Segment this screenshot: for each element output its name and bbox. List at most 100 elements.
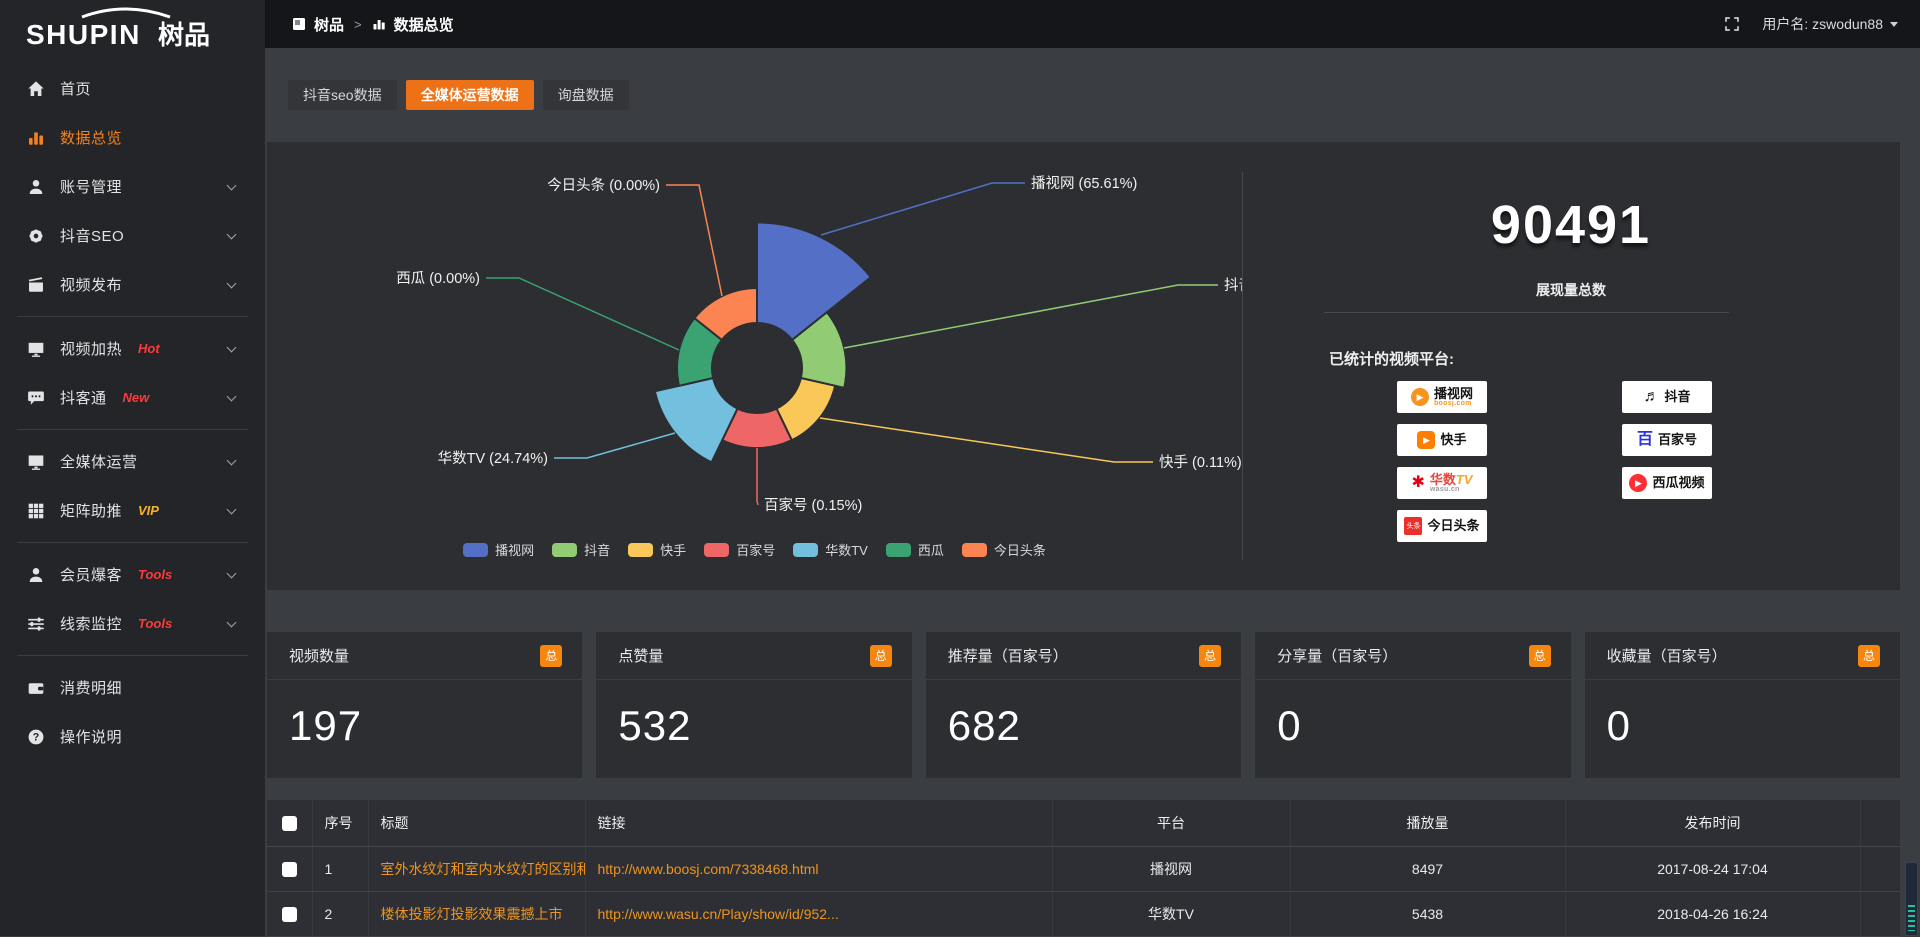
- sidebar-item-label: 线索监控: [60, 613, 122, 634]
- legend-item-西瓜[interactable]: 西瓜: [886, 540, 944, 559]
- stat-card-header: 分享量（百家号）总: [1255, 632, 1570, 680]
- total-badge[interactable]: 总: [1858, 645, 1880, 667]
- chevron-down-icon: [227, 279, 237, 289]
- boosj-play-icon: ▶: [1411, 388, 1429, 406]
- legend-color-chip: [886, 543, 911, 557]
- sidebar-item-spending-detail[interactable]: 消费明细: [0, 663, 265, 712]
- video-url-link[interactable]: http://www.boosj.com/7338468.html: [598, 861, 819, 877]
- horizontal-divider: [1324, 312, 1729, 313]
- chevron-down-icon: [227, 343, 237, 353]
- row-checkbox[interactable]: [282, 862, 297, 877]
- platform-badge-douyin: ♬抖音: [1622, 381, 1712, 413]
- label-line: [554, 433, 675, 458]
- stat-card-header: 视频数量 总: [267, 632, 582, 680]
- select-all-checkbox[interactable]: [282, 816, 297, 831]
- platform-badges-left: ▶播视网boosj.com▶快手✱华数TVwasu.cn头条今日头条: [1397, 381, 1487, 542]
- overview-chart-card: 播视网 (65.61%)抖音 (9.40%)快手 (0.11%)百家号 (0.1…: [267, 142, 1900, 590]
- total-impressions-label: 展现量总数: [1242, 280, 1900, 300]
- wasu-star-icon: ✱: [1411, 475, 1424, 491]
- chevron-down-icon: [1890, 22, 1898, 27]
- stat-card-value: 532: [596, 680, 911, 750]
- video-title-link[interactable]: 室外水纹灯和室内水纹灯的区别和简介: [381, 861, 586, 877]
- question-icon: ?: [27, 728, 45, 746]
- sidebar-item-label: 账号管理: [60, 176, 122, 197]
- legend-color-chip: [552, 543, 577, 557]
- user-menu[interactable]: 用户名: zswodun88: [1762, 14, 1898, 34]
- stat-card-title: 视频数量: [289, 645, 349, 666]
- legend-label: 播视网: [495, 540, 534, 559]
- sidebar-divider: [17, 316, 248, 317]
- sidebar-divider: [17, 429, 248, 430]
- sidebar-item-video-heat[interactable]: 视频加热Hot: [0, 324, 265, 373]
- total-badge[interactable]: 总: [1199, 645, 1221, 667]
- menu-badge-new: New: [123, 390, 150, 405]
- sidebar-item-label: 抖音SEO: [60, 225, 124, 246]
- legend-item-今日头条[interactable]: 今日头条: [962, 540, 1046, 559]
- sidebar-item-douyin-seo[interactable]: 抖音SEO: [0, 211, 265, 260]
- cell-platform: 华数TV: [1052, 891, 1290, 936]
- sidebar-item-video-publish[interactable]: 视频发布: [0, 260, 265, 309]
- topbar-right: 用户名: zswodun88: [1724, 14, 1898, 34]
- sidebar-item-douketong[interactable]: 抖客通New: [0, 373, 265, 422]
- chevron-down-icon: [227, 392, 237, 402]
- logo-suffix: 树品: [158, 20, 210, 50]
- cell-views: 5438: [1290, 891, 1565, 936]
- member-icon: [27, 566, 45, 584]
- video-table: 序号标题链接平台播放量发布时间1室外水纹灯和室内水纹灯的区别和简介http://…: [267, 800, 1900, 937]
- menu-badge-tools: Tools: [138, 567, 172, 582]
- stat-card-2: 推荐量（百家号）总682: [926, 632, 1241, 778]
- tab-inquiry-data[interactable]: 询盘数据: [543, 80, 629, 110]
- legend-item-快手[interactable]: 快手: [628, 540, 686, 559]
- breadcrumb-root[interactable]: 树品: [314, 14, 344, 35]
- fullscreen-icon[interactable]: [1724, 16, 1740, 32]
- col-title: 标题: [368, 800, 585, 846]
- floating-widget[interactable]: [1905, 862, 1918, 936]
- stat-card-title: 点赞量: [618, 645, 663, 666]
- sidebar-item-home[interactable]: 首页: [0, 64, 265, 113]
- cell-views: 8497: [1290, 846, 1565, 891]
- pie-label: 西瓜 (0.00%): [396, 271, 480, 287]
- sidebar-item-member-baoke[interactable]: 会员爆客Tools: [0, 550, 265, 599]
- sidebar-item-account-manage[interactable]: 账号管理: [0, 162, 265, 211]
- total-badge[interactable]: 总: [540, 645, 562, 667]
- platform-badge-kuaishou: ▶快手: [1397, 424, 1487, 456]
- col-platform: 平台: [1052, 800, 1290, 846]
- legend-item-华数TV[interactable]: 华数TV: [793, 540, 868, 559]
- stat-card-4: 收藏量（百家号）总0: [1585, 632, 1900, 778]
- kuaishou-icon: ▶: [1417, 431, 1435, 449]
- pie-label: 播视网 (65.61%): [1031, 175, 1137, 192]
- sidebar-menu: 首页数据总览账号管理抖音SEO 视频发布视频加热Hot抖客通New 全媒体运营矩阵助…: [0, 56, 265, 761]
- user-icon: [27, 178, 45, 196]
- monitor-icon: [27, 453, 45, 471]
- menu-badge-tools: Tools: [138, 616, 172, 631]
- tab-media-ops-data[interactable]: 全媒体运营数据: [406, 80, 534, 110]
- label-line: [757, 448, 758, 505]
- video-title-link[interactable]: 楼体投影灯投影效果震撼上市: [381, 906, 563, 922]
- legend-item-抖音[interactable]: 抖音: [552, 540, 610, 559]
- sidebar-item-help[interactable]: ?操作说明: [0, 712, 265, 761]
- row-checkbox[interactable]: [282, 907, 297, 922]
- total-badge[interactable]: 总: [870, 645, 892, 667]
- sidebar-item-label: 全媒体运营: [60, 451, 138, 472]
- sidebar-item-matrix-boost[interactable]: 矩阵助推VIP: [0, 486, 265, 535]
- legend-color-chip: [793, 543, 818, 557]
- legend-item-百家号[interactable]: 百家号: [704, 540, 775, 559]
- tab-douyin-seo-data[interactable]: 抖音seo数据: [288, 80, 397, 110]
- video-url-link[interactable]: http://www.wasu.cn/Play/show/id/952...: [598, 906, 839, 922]
- douyin-note-icon: ♬: [1643, 389, 1659, 405]
- sidebar-divider: [17, 542, 248, 543]
- stat-card-header: 推荐量（百家号）总: [926, 632, 1241, 680]
- stat-card-1: 点赞量 总 532: [596, 632, 911, 778]
- video-table-wrap: 序号标题链接平台播放量发布时间1室外水纹灯和室内水纹灯的区别和简介http://…: [267, 800, 1900, 937]
- sidebar-item-leads-monitor[interactable]: 线索监控 Tools: [0, 599, 265, 648]
- stat-cards-row: 视频数量总197点赞量总532推荐量（百家号）总682分享量（百家号）总0收藏量…: [267, 632, 1900, 778]
- total-badge[interactable]: 总: [1529, 645, 1551, 667]
- pie-slice-华数TV[interactable]: [655, 378, 738, 462]
- sidebar-item-data-overview[interactable]: 数据总览: [0, 113, 265, 162]
- stat-card-header: 点赞量 总: [596, 632, 911, 680]
- sidebar-item-label: 首页: [60, 78, 91, 99]
- legend-item-播视网[interactable]: 播视网: [463, 540, 534, 559]
- stat-card-value: 0: [1585, 680, 1900, 750]
- sidebar-item-media-ops[interactable]: 全媒体运营: [0, 437, 265, 486]
- legend-label: 抖音: [584, 540, 610, 559]
